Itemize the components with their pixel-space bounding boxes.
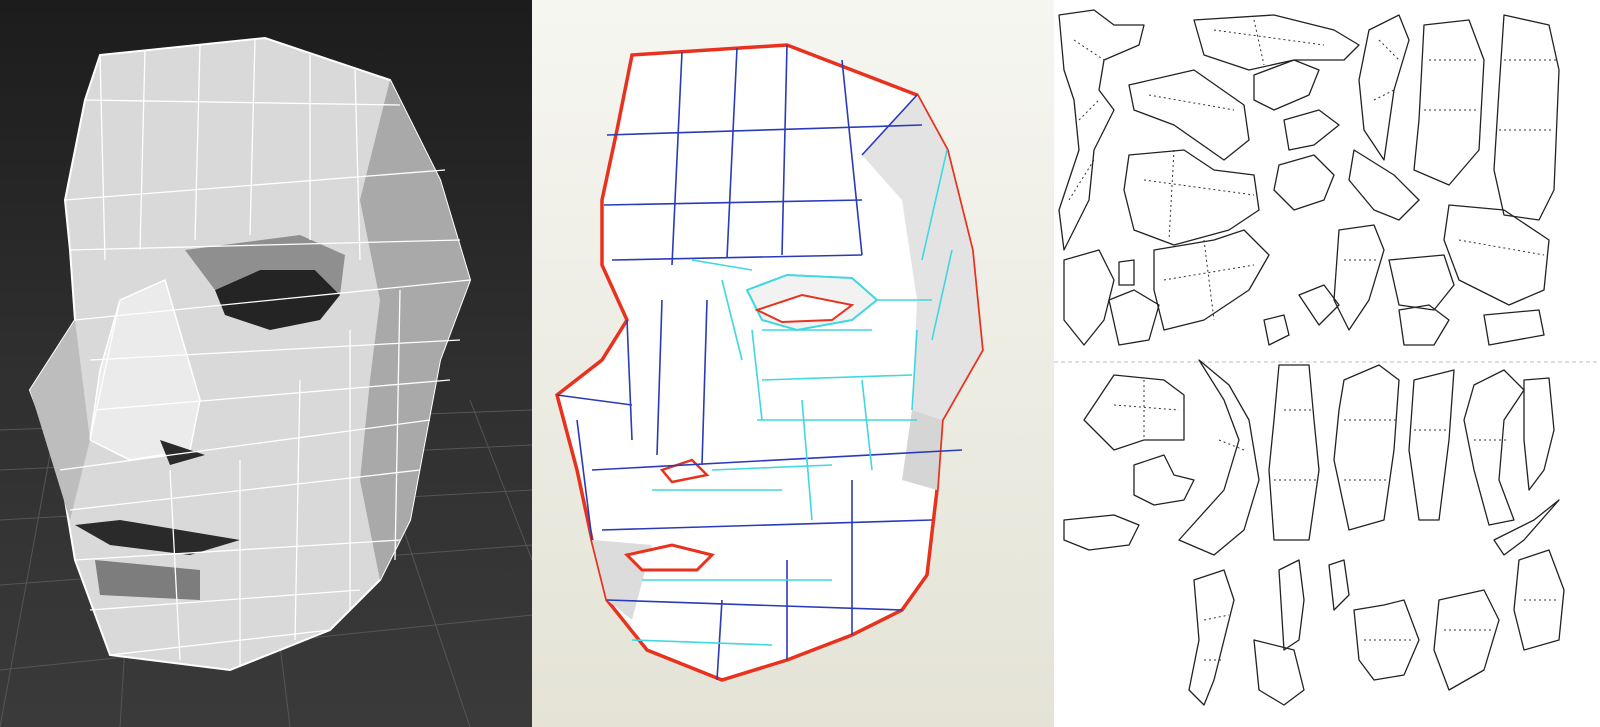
viewport-3d-panel: [0, 0, 532, 727]
pattern-pieces-icon: [1054, 0, 1600, 727]
figure: [0, 0, 1600, 727]
papercraft-face-icon: [532, 0, 1054, 727]
pattern-sheets-panel: [1054, 0, 1600, 727]
unfold-preview-panel: [532, 0, 1054, 727]
face-mask-mesh-icon: [0, 0, 532, 727]
